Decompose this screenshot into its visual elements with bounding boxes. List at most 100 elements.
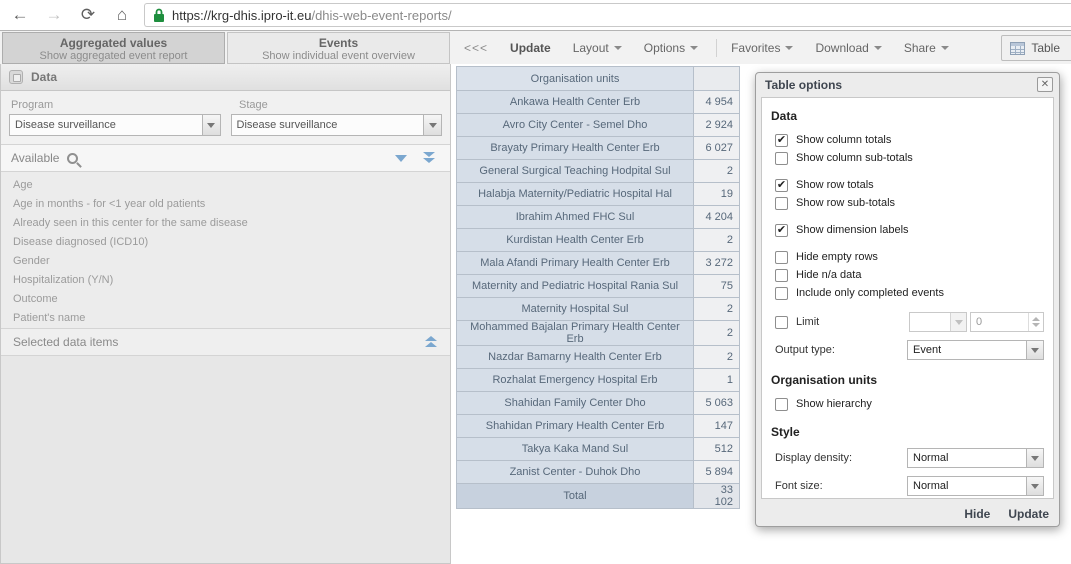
value-cell: 75 [694, 275, 740, 298]
table-grid-icon [1010, 42, 1025, 55]
download-menu[interactable]: Download [809, 37, 887, 59]
orgunit-cell: General Surgical Teaching Hodpital Sul [457, 160, 694, 183]
section-heading-style: Style [771, 425, 1044, 439]
value-cell: 6 027 [694, 137, 740, 160]
collapse-panel-button[interactable]: <<< [458, 37, 494, 59]
limit-label: Limit [796, 316, 909, 328]
list-item[interactable]: Gender [1, 252, 450, 271]
options-menu[interactable]: Options [638, 37, 704, 59]
checkbox-show-row-totals[interactable] [775, 179, 788, 192]
stage-select[interactable]: Disease surveillance [231, 114, 443, 136]
accordion-title: Data [31, 70, 57, 84]
font-size-select[interactable]: Normal [907, 476, 1044, 496]
available-items-header: Available [1, 144, 450, 172]
update-button[interactable]: Update [504, 37, 557, 59]
checkbox-label: Show column sub-totals [796, 152, 913, 164]
tab-aggregated-values[interactable]: Aggregated values Show aggregated event … [2, 32, 225, 64]
deselect-all-up-icon[interactable] [425, 336, 438, 348]
tab-events[interactable]: Events Show individual event overview [227, 32, 450, 64]
spinner-arrows-icon[interactable] [1028, 313, 1043, 331]
list-item[interactable]: Age [1, 176, 450, 195]
checkbox-row[interactable]: Hide empty rows [775, 248, 1044, 266]
value-cell: 2 [694, 346, 740, 369]
orgunit-cell: Mala Afandi Primary Health Center Erb [457, 252, 694, 275]
url-path: /dhis-web-event-reports/ [311, 8, 451, 23]
update-dialog-button[interactable]: Update [1008, 507, 1049, 521]
output-type-label: Output type: [775, 344, 907, 356]
checkbox-row[interactable]: Include only completed events [775, 284, 1044, 302]
padlock-icon [153, 8, 165, 23]
home-icon[interactable]: ⌂ [108, 3, 136, 27]
list-item[interactable]: Outcome [1, 290, 450, 309]
program-select[interactable]: Disease surveillance [9, 114, 221, 136]
tab-subtitle: Show aggregated event report [3, 50, 224, 62]
checkbox-row[interactable]: Hide n/a data [775, 266, 1044, 284]
checkbox-show-hierarchy[interactable] [775, 398, 788, 411]
reload-icon[interactable]: ⟳ [74, 3, 102, 27]
checkbox-show-column-subtotals[interactable] [775, 152, 788, 165]
checkbox-hide-empty-rows[interactable] [775, 251, 788, 264]
checkbox-row[interactable]: Show column sub-totals [775, 149, 1044, 167]
chevron-down-icon[interactable] [423, 115, 441, 135]
chevron-down-icon [785, 46, 793, 50]
list-item[interactable]: Patient's name [1, 309, 450, 328]
share-menu[interactable]: Share [898, 37, 955, 59]
checkbox-include-only-completed-events[interactable] [775, 287, 788, 300]
select-item-down-icon[interactable] [395, 155, 407, 162]
browser-chrome: ← → ⟳ ⌂ https://krg-dhis.ipro-it.eu/dhis… [0, 0, 1071, 31]
table-view-button[interactable]: Table [1001, 35, 1071, 61]
toolbar-divider [716, 39, 717, 57]
hide-button[interactable]: Hide [964, 507, 990, 521]
program-label: Program [11, 99, 239, 111]
search-icon[interactable] [67, 153, 78, 164]
section-heading-data: Data [771, 109, 1044, 123]
limit-operator-select[interactable] [909, 312, 967, 332]
output-type-value: Event [908, 344, 1026, 356]
orgunit-cell: Shahidan Family Center Dho [457, 392, 694, 415]
checkbox-row[interactable]: Show column totals [775, 131, 1044, 149]
table-row: General Surgical Teaching Hodpital Sul2 [457, 160, 740, 183]
checkbox-label: Hide n/a data [796, 269, 861, 281]
chevron-down-icon [950, 313, 966, 331]
list-item[interactable]: Age in months - for <1 year old patients [1, 195, 450, 214]
table-header-row: Organisation units [457, 67, 740, 91]
favorites-menu[interactable]: Favorites [725, 37, 799, 59]
output-type-select[interactable]: Event [907, 340, 1044, 360]
checkbox-row[interactable]: Show hierarchy [775, 395, 1044, 413]
accordion-header-data[interactable]: Data [1, 64, 450, 91]
close-icon[interactable]: ✕ [1037, 77, 1053, 92]
orgunit-cell: Kurdistan Health Center Erb [457, 229, 694, 252]
chevron-down-icon [874, 46, 882, 50]
top-toolbar-row: Aggregated values Show aggregated event … [0, 31, 1071, 64]
layout-menu[interactable]: Layout [567, 37, 628, 59]
back-icon[interactable]: ← [6, 3, 34, 27]
list-item[interactable]: Disease diagnosed (ICD10) [1, 233, 450, 252]
list-item[interactable]: Hospitalization (Y/N) [1, 271, 450, 290]
checkbox-show-column-totals[interactable] [775, 134, 788, 147]
url-bar[interactable]: https://krg-dhis.ipro-it.eu/dhis-web-eve… [144, 3, 1071, 27]
dialog-header[interactable]: Table options ✕ [756, 73, 1059, 96]
orgunit-cell: Shahidan Primary Health Center Erb [457, 415, 694, 438]
display-density-select[interactable]: Normal [907, 448, 1044, 468]
list-item[interactable]: Already seen in this center for the same… [1, 214, 450, 233]
menu-label: Layout [573, 41, 609, 55]
checkbox-limit[interactable] [775, 316, 788, 329]
chevron-down-icon[interactable] [202, 115, 220, 135]
checkbox-show-dimension-labels[interactable] [775, 224, 788, 237]
checkbox-show-row-subtotals[interactable] [775, 197, 788, 210]
table-row: Rozhalat Emergency Hospital Erb1 [457, 369, 740, 392]
forward-icon[interactable]: → [40, 3, 68, 27]
chevron-down-icon [941, 46, 949, 50]
checkbox-row[interactable]: Show row totals [775, 176, 1044, 194]
table-row: Kurdistan Health Center Erb2 [457, 229, 740, 252]
checkbox-row[interactable]: Show dimension labels [775, 221, 1044, 239]
display-density-row: Display density: Normal [771, 447, 1044, 469]
select-all-down-icon[interactable] [423, 152, 436, 164]
value-cell: 19 [694, 183, 740, 206]
checkbox-row[interactable]: Show row sub-totals [775, 194, 1044, 212]
checkbox-hide-na-data[interactable] [775, 269, 788, 282]
chevron-down-icon [690, 46, 698, 50]
checkbox-label: Hide empty rows [796, 251, 878, 263]
event-report-table: Organisation units Ankawa Health Center … [456, 66, 740, 509]
limit-value-spinner[interactable]: 0 [970, 312, 1044, 332]
